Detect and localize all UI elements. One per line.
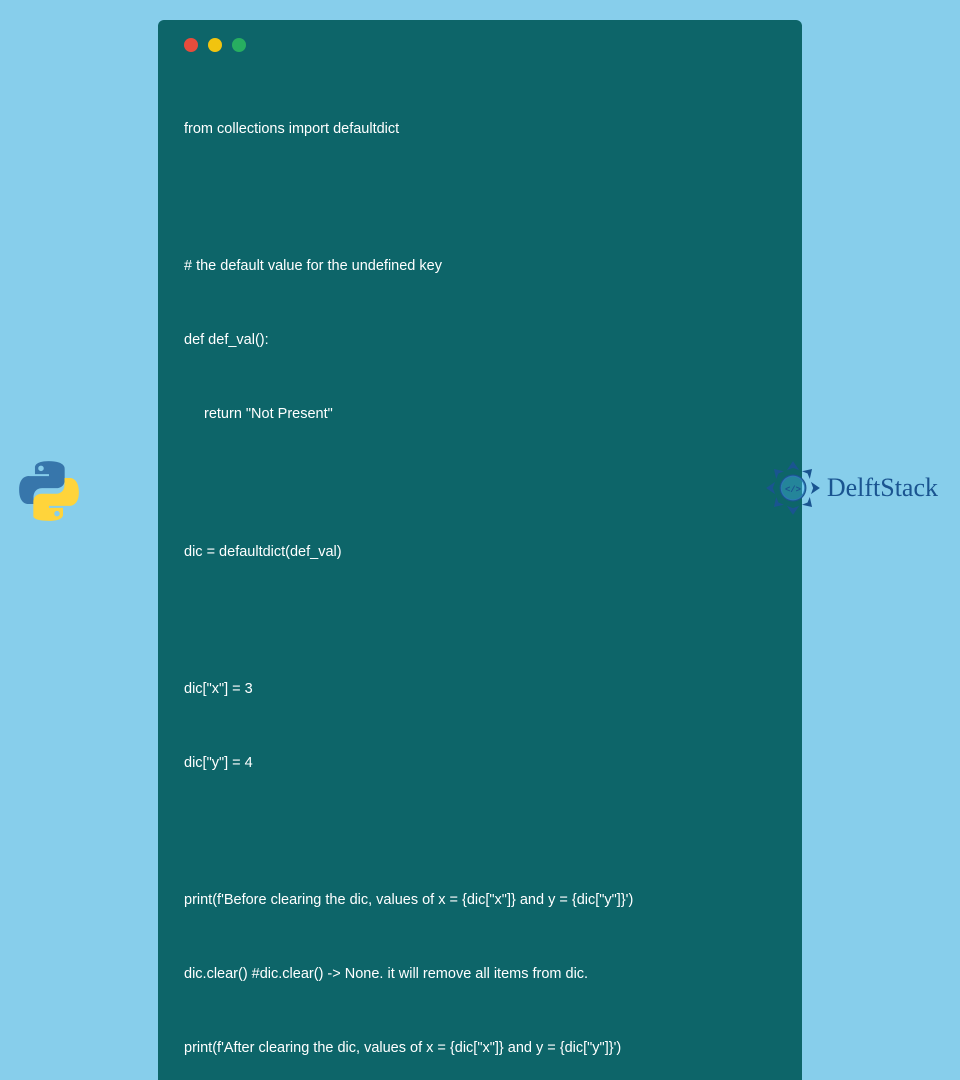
code-line: from collections import defaultdict <box>184 117 776 142</box>
code-line: return "Not Present" <box>184 402 776 427</box>
python-logo-icon <box>18 460 80 522</box>
svg-text:</>: </> <box>785 485 801 495</box>
code-block: from collections import defaultdict # th… <box>184 68 776 1080</box>
brand-name: DelftStack <box>827 473 938 503</box>
code-line: dic = defaultdict(def_val) <box>184 540 776 565</box>
delftstack-brand: </> DelftStack <box>765 460 938 516</box>
code-line: # the default value for the undefined ke… <box>184 254 776 279</box>
code-line: dic["x"] = 3 <box>184 677 776 702</box>
maximize-icon <box>232 38 246 52</box>
code-line: print(f'After clearing the dic, values o… <box>184 1036 776 1061</box>
code-window: from collections import defaultdict # th… <box>158 20 802 1080</box>
close-icon <box>184 38 198 52</box>
window-controls <box>184 38 776 52</box>
code-line: def def_val(): <box>184 328 776 353</box>
minimize-icon <box>208 38 222 52</box>
code-line: dic.clear() #dic.clear() -> None. it wil… <box>184 962 776 987</box>
code-line: dic["y"] = 4 <box>184 751 776 776</box>
code-line: print(f'Before clearing the dic, values … <box>184 888 776 913</box>
delftstack-emblem-icon: </> <box>765 460 821 516</box>
